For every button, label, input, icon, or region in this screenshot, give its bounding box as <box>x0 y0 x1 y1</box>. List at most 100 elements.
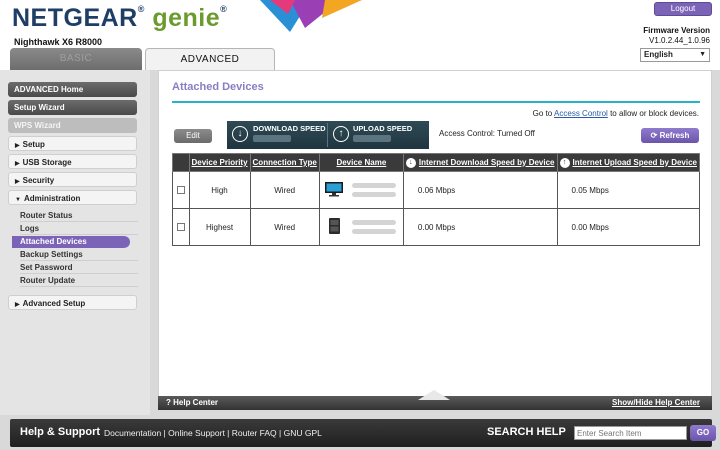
sidebar-item-label: Setup <box>22 140 45 149</box>
sidebar-subitem-attached-devices[interactable]: Attached Devices <box>12 236 130 248</box>
search-help-label: SEARCH HELP <box>487 426 566 438</box>
main-panel: Attached Devices Go to Access Control to… <box>158 70 712 410</box>
column-header-upload-speed[interactable]: ↑ Internet Upload Speed by Device <box>556 153 701 172</box>
device-priority: Highest <box>188 208 251 246</box>
column-header-connection-type[interactable]: Connection Type <box>249 153 320 172</box>
download-arrow-icon: ↓ <box>232 126 248 142</box>
tab-basic[interactable]: BASIC <box>10 48 142 70</box>
access-control-status: Access Control: Turned Off <box>439 129 535 138</box>
sidebar-subitem-set-password[interactable]: Set Password <box>20 262 138 274</box>
edit-button[interactable]: Edit <box>174 129 212 143</box>
help-center-label: Help Center <box>173 398 219 407</box>
device-name-redacted <box>351 183 396 188</box>
netgear-genie-logo: NETGEAR® genie® <box>12 4 228 32</box>
brand-swoosh-graphic <box>260 0 362 32</box>
sidebar-item-setup[interactable]: ▶ Setup <box>8 136 137 151</box>
sidebar-item-advanced-home[interactable]: ADVANCED Home <box>8 82 137 97</box>
caret-down-icon: ▼ <box>15 197 21 203</box>
download-arrow-icon: ↓ <box>405 157 416 168</box>
sidebar-item-usb-storage[interactable]: ▶ USB Storage <box>8 154 137 169</box>
attached-devices-table: Device Priority Connection Type Device N… <box>172 153 701 246</box>
connection-type: Wired <box>249 171 320 209</box>
question-icon: ? <box>166 398 171 407</box>
row-checkbox[interactable] <box>176 223 185 232</box>
upload-speed: 0.05 Mbps <box>556 171 701 209</box>
column-header-label: Internet Upload Speed by Device <box>572 157 697 167</box>
device-priority: High <box>188 171 251 209</box>
refresh-icon: ⟳ <box>650 131 658 140</box>
device-name-redacted <box>351 220 396 225</box>
sidebar-item-advanced-setup[interactable]: ▶ Advanced Setup <box>8 295 137 310</box>
firmware-label: Firmware Version <box>643 26 710 35</box>
tab-advanced[interactable]: ADVANCED <box>145 48 275 70</box>
sidebar-subitem-router-status[interactable]: Router Status <box>20 210 138 222</box>
title-divider <box>172 101 700 103</box>
sidebar-subitem-logs[interactable]: Logs <box>20 223 138 235</box>
help-center-button[interactable]: ? Help Center <box>166 397 218 409</box>
documentation-link[interactable]: Documentation <box>104 428 161 438</box>
select-column-header <box>172 153 190 172</box>
language-select[interactable]: English ▼ <box>640 48 710 62</box>
online-support-link[interactable]: Online Support <box>168 428 225 438</box>
search-help-input[interactable] <box>574 426 687 440</box>
sidebar-item-administration[interactable]: ▼ Administration <box>8 190 137 205</box>
expand-help-arrow-icon[interactable] <box>418 390 450 400</box>
brand-suffix: genie <box>152 4 221 32</box>
sidebar-item-wps-wizard[interactable]: WPS Wizard <box>8 118 137 133</box>
footer-links: Documentation | Online Support | Router … <box>104 428 322 438</box>
router-model: Nighthawk X6 R8000 <box>14 37 103 47</box>
row-checkbox[interactable] <box>176 186 185 195</box>
connection-type: Wired <box>249 208 320 246</box>
sidebar: ADVANCED Home Setup Wizard WPS Wizard ▶ S… <box>0 70 150 415</box>
caret-right-icon: ▶ <box>15 179 20 185</box>
upload-arrow-icon: ↑ <box>333 126 349 142</box>
table-row: Highest Wired 0.00 Mbps 0.00 Mbps <box>172 208 701 246</box>
speed-summary: ↓ DOWNLOAD SPEED ↑ UPLOAD SPEED <box>227 121 429 149</box>
upload-speed: 0.00 Mbps <box>556 208 701 246</box>
download-speed: 0.00 Mbps <box>402 208 558 246</box>
row-checkbox-cell <box>172 171 190 209</box>
device-name-cell <box>318 208 404 246</box>
download-speed-cell: ↓ DOWNLOAD SPEED <box>227 121 327 149</box>
upload-speed-label: UPLOAD SPEED <box>353 124 413 133</box>
sidebar-item-label: Security <box>22 176 55 185</box>
caret-right-icon: ▶ <box>15 302 20 308</box>
access-control-link[interactable]: Access Control <box>554 109 608 118</box>
sidebar-item-label: Administration <box>23 194 81 203</box>
help-support-title: Help & Support <box>20 426 101 438</box>
column-header-device-name[interactable]: Device Name <box>318 153 404 172</box>
device-address-redacted <box>351 229 396 234</box>
access-control-hint: Go to Access Control to allow or block d… <box>533 109 699 118</box>
sidebar-item-setup-wizard[interactable]: Setup Wizard <box>8 100 137 115</box>
upload-speed-value-redacted <box>353 135 391 142</box>
download-speed: 0.06 Mbps <box>402 171 558 209</box>
sidebar-item-label: USB Storage <box>22 158 72 167</box>
sidebar-subitem-backup-settings[interactable]: Backup Settings <box>20 249 138 261</box>
goto-suffix: to allow or block devices. <box>610 109 699 118</box>
refresh-label: Refresh <box>659 131 690 140</box>
help-center-bar: ? Help Center Show/Hide Help Center <box>158 390 712 410</box>
monitor-icon <box>324 182 343 197</box>
router-faq-link[interactable]: Router FAQ <box>232 428 277 438</box>
refresh-button[interactable]: ⟳ Refresh <box>641 128 699 143</box>
column-header-download-speed[interactable]: ↓ Internet Download Speed by Device <box>402 153 558 172</box>
sidebar-subitem-router-update[interactable]: Router Update <box>20 275 138 287</box>
gnu-gpl-link[interactable]: GNU GPL <box>284 428 322 438</box>
nas-storage-icon <box>328 218 340 234</box>
brand-name: NETGEAR <box>12 4 138 32</box>
column-header-device-priority[interactable]: Device Priority <box>188 153 251 172</box>
download-speed-label: DOWNLOAD SPEED <box>253 124 326 133</box>
logout-button[interactable]: Logout <box>654 2 712 16</box>
goto-prefix: Go to <box>532 109 553 118</box>
chevron-down-icon: ▼ <box>699 51 706 58</box>
download-speed-value-redacted <box>253 135 291 142</box>
row-checkbox-cell <box>172 208 190 246</box>
language-value: English <box>644 50 673 59</box>
header: NETGEAR® genie® Nighthawk X6 R8000 Logou… <box>0 0 720 70</box>
go-button[interactable]: GO <box>690 425 716 441</box>
table-row: High Wired 0.06 Mbps 0.05 Mbps <box>172 171 701 209</box>
show-hide-help-link[interactable]: Show/Hide Help Center <box>612 397 700 409</box>
sidebar-item-security[interactable]: ▶ Security <box>8 172 137 187</box>
firmware-version: V1.0.2.44_1.0.96 <box>649 36 710 45</box>
caret-right-icon: ▶ <box>15 143 20 149</box>
